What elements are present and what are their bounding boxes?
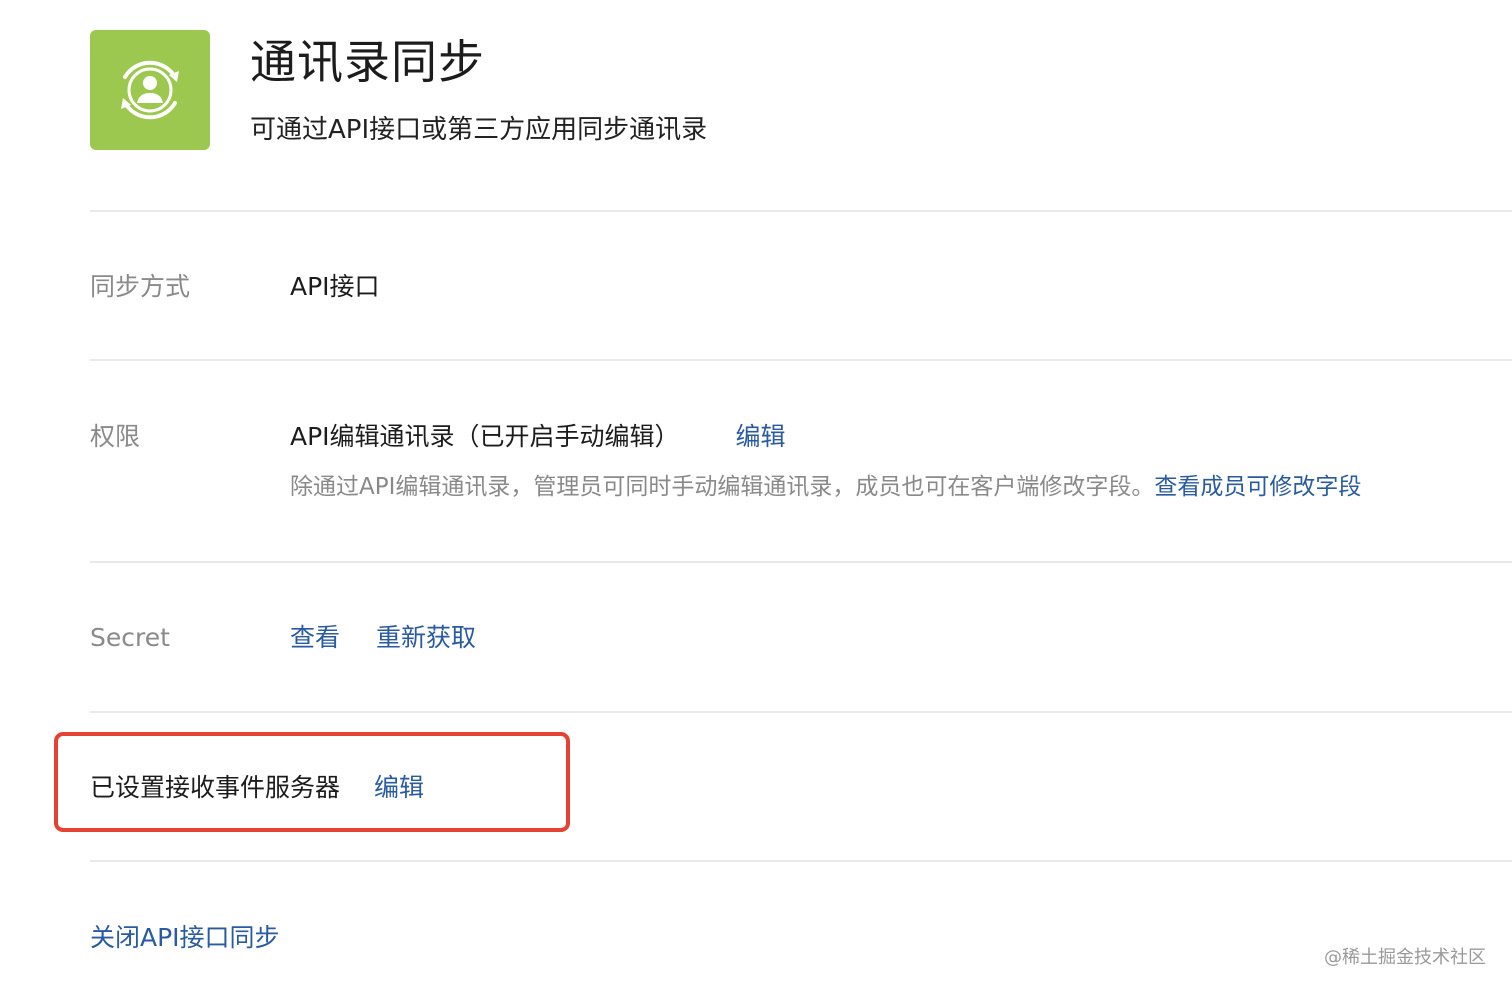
refresh-secret-link[interactable]: 重新获取: [376, 623, 476, 652]
app-icon: [90, 30, 210, 150]
divider: [90, 210, 1512, 212]
view-secret-link[interactable]: 查看: [290, 623, 340, 652]
divider: [90, 561, 1512, 563]
permission-note-row: 除通过API编辑通讯录，管理员可同时手动编辑通讯录，成员也可在客户端修改字段。查…: [290, 471, 1361, 503]
contact-sync-icon: [121, 60, 179, 120]
highlight-annotation: [54, 732, 570, 832]
secret-label: Secret: [90, 623, 170, 652]
watermark: @稀土掘金技术社区: [1324, 947, 1486, 968]
close-api-sync-link[interactable]: 关闭API接口同步: [90, 921, 280, 955]
divider: [90, 860, 1512, 862]
page-title: 通讯录同步: [250, 35, 485, 89]
divider: [90, 711, 1512, 713]
sync-method-value: API接口: [290, 272, 380, 301]
permission-value-row: API编辑通讯录（已开启手动编辑） 编辑: [290, 420, 786, 454]
permission-note: 除通过API编辑通讯录，管理员可同时手动编辑通讯录，成员也可在客户端修改字段。: [290, 474, 1155, 500]
editable-fields-link[interactable]: 查看成员可修改字段: [1154, 474, 1361, 500]
permission-label: 权限: [90, 422, 141, 451]
divider: [90, 359, 1512, 361]
page-description: 可通过API接口或第三方应用同步通讯录: [250, 115, 708, 145]
permission-edit-link[interactable]: 编辑: [736, 422, 786, 451]
sync-method-label: 同步方式: [90, 272, 191, 301]
secret-actions: 查看 重新获取: [290, 621, 476, 655]
permission-value: API编辑通讯录（已开启手动编辑）: [290, 422, 680, 451]
